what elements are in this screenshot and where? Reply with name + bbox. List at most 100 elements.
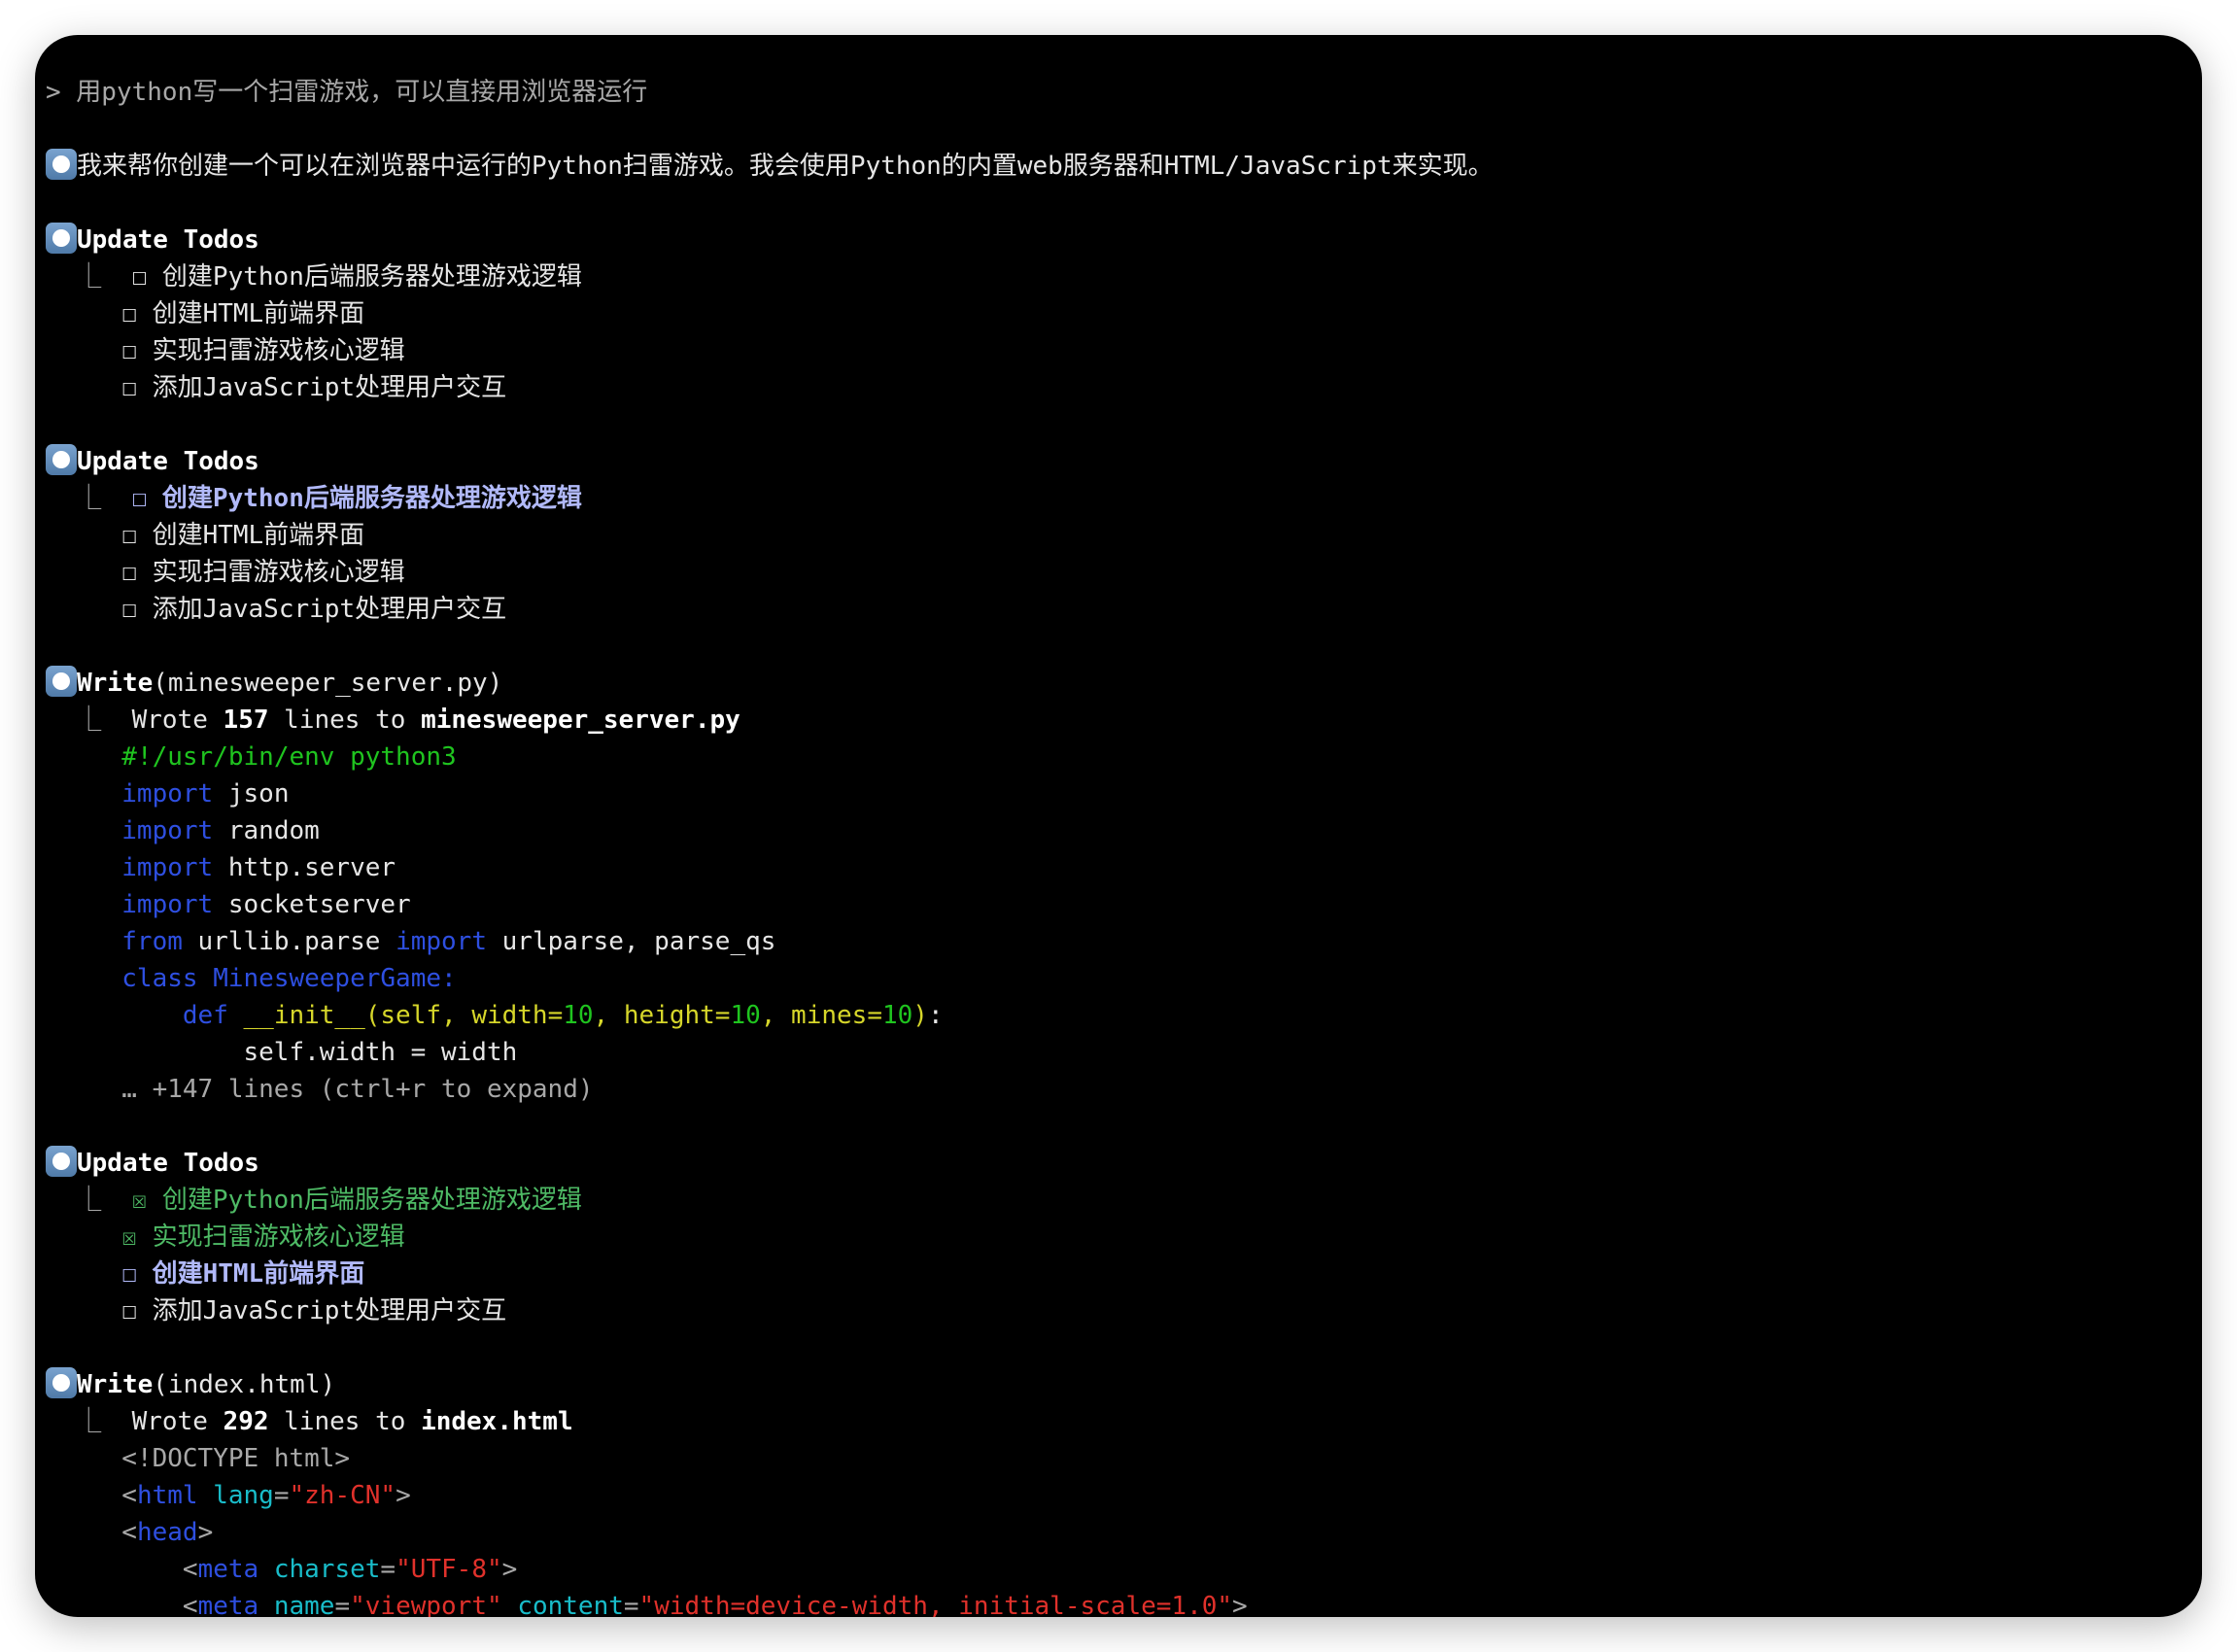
text-segment: ☒ 创建Python后端服务器处理游戏逻辑 [131,1186,582,1215]
output-line: ⎿ Wrote 157 lines to minesweeper_server.… [46,702,2202,739]
text-segment [46,816,121,845]
code-line: #!/usr/bin/env python3 [46,739,2202,775]
output-line: ☐ 创建HTML前端界面 [46,1256,2202,1292]
output-line: 我来帮你创建一个可以在浏览器中运行的Python扫雷游戏。我会使用Python的… [46,148,2202,185]
text-segment: 292 [223,1407,269,1436]
text-segment: 我来帮你创建一个可以在浏览器中运行的Python扫雷游戏。我会使用Python的… [77,152,1494,181]
text-segment: ⎿ [46,484,132,513]
output-line: ☐ 创建HTML前端界面 [46,517,2202,554]
output-line: Write(minesweeper_server.py) [46,665,2202,702]
text-segment: ) [912,1001,928,1030]
text-segment [46,1555,183,1584]
status-bullet-icon [46,149,77,180]
text-segment: ⎿ [46,706,132,735]
text-segment: meta [197,1555,259,1584]
output-line: ⎿ ☒ 创建Python后端服务器处理游戏逻辑 [46,1182,2202,1219]
text-segment: random [213,816,320,845]
text-segment: self.width = width [46,1038,518,1067]
text-segment [46,927,121,956]
text-segment: , height= [593,1001,731,1030]
text-segment: ⎿ [46,1407,132,1436]
text-segment: def [182,1001,228,1030]
code-line: import json [46,775,2202,812]
text-segment: > [396,1481,411,1510]
status-bullet-icon [46,444,77,475]
text-segment: import [121,816,214,845]
text-segment: > [501,1555,518,1584]
code-line: import socketserver [46,886,2202,923]
text-segment: "width=device-width, initial-scale=1.0" [638,1592,1233,1617]
text-segment [46,1481,121,1510]
output-line: ⎿ ☐ 创建Python后端服务器处理游戏逻辑 [46,258,2202,295]
text-segment [46,1592,183,1617]
text-segment: ☐ 添加JavaScript处理用户交互 [46,1296,507,1325]
text-segment: meta [197,1592,259,1617]
output-line: Update Todos [46,1145,2202,1182]
code-line: import http.server [46,849,2202,886]
text-segment: import [396,927,487,956]
output-line: ☒ 实现扫雷游戏核心逻辑 [46,1219,2202,1256]
text-segment: … +147 lines (ctrl+r to expand) [46,1075,594,1104]
output-line: Update Todos [46,443,2202,480]
code-line: self.width = width [46,1034,2202,1071]
text-segment: index.html [421,1407,573,1436]
terminal-window: > 用python写一个扫雷游戏，可以直接用浏览器运行我来帮你创建一个可以在浏览… [35,35,2202,1617]
text-segment: > 用python写一个扫雷游戏，可以直接用浏览器运行 [46,78,648,107]
text-segment: import [121,853,214,882]
text-segment: import [121,890,214,919]
text-segment: from [121,927,183,956]
text-segment: ☐ 实现扫雷游戏核心逻辑 [46,558,405,587]
text-segment: lines to [268,1407,422,1436]
output-line: … +147 lines (ctrl+r to expand) [46,1071,2202,1108]
text-segment: "viewport" [350,1592,502,1617]
text-segment: class MinesweeperGame: [121,964,457,993]
text-segment: ⎿ [46,1186,132,1215]
text-segment: Write [77,669,154,698]
code-line: <head> [46,1514,2202,1551]
text-segment: Wrote [131,706,224,735]
text-segment [46,742,121,772]
text-segment: < [121,1481,137,1510]
text-segment: html [136,1481,198,1510]
text-segment [502,1592,518,1617]
text-segment: socketserver [213,890,411,919]
text-segment: = [334,1592,351,1617]
status-bullet-icon [46,666,77,697]
text-segment [46,1259,121,1289]
text-segment [46,1222,121,1252]
text-segment: name [273,1592,335,1617]
text-segment: __init__(self, width= [227,1001,564,1030]
text-segment: ☐ 实现扫雷游戏核心逻辑 [46,336,405,365]
output-line: ☐ 添加JavaScript处理用户交互 [46,369,2202,406]
output-line: ⎿ ☐ 创建Python后端服务器处理游戏逻辑 [46,480,2202,517]
text-segment: > [197,1518,214,1547]
output-line: ☐ 添加JavaScript处理用户交互 [46,1292,2202,1329]
code-line: class MinesweeperGame: [46,960,2202,997]
text-segment: ☐ 添加JavaScript处理用户交互 [46,373,507,402]
text-segment: < [182,1555,198,1584]
text-segment: "UTF-8" [396,1555,502,1584]
text-segment: = [273,1481,290,1510]
user-prompt: > 用python写一个扫雷游戏，可以直接用浏览器运行 [46,74,2202,111]
code-line: import random [46,812,2202,849]
text-segment: 10 [881,1001,913,1030]
text-segment: : [927,1001,944,1030]
text-segment: = [380,1555,396,1584]
text-segment: <!DOCTYPE html> [121,1444,351,1473]
text-segment: lang [213,1481,274,1510]
text-segment: ☐ 创建HTML前端界面 [46,299,365,328]
text-segment: ☐ 创建Python后端服务器处理游戏逻辑 [131,484,582,513]
text-segment: urlparse, parse_qs [486,927,776,956]
text-segment: http.server [213,853,396,882]
text-segment: charset [273,1555,381,1584]
text-segment: ⎿ [46,262,132,292]
text-segment: Update Todos [77,225,259,255]
code-line: <html lang="zh-CN"> [46,1477,2202,1514]
code-line: def __init__(self, width=10, height=10, … [46,997,2202,1034]
output-line: Write(index.html) [46,1366,2202,1403]
text-segment: content [517,1592,624,1617]
